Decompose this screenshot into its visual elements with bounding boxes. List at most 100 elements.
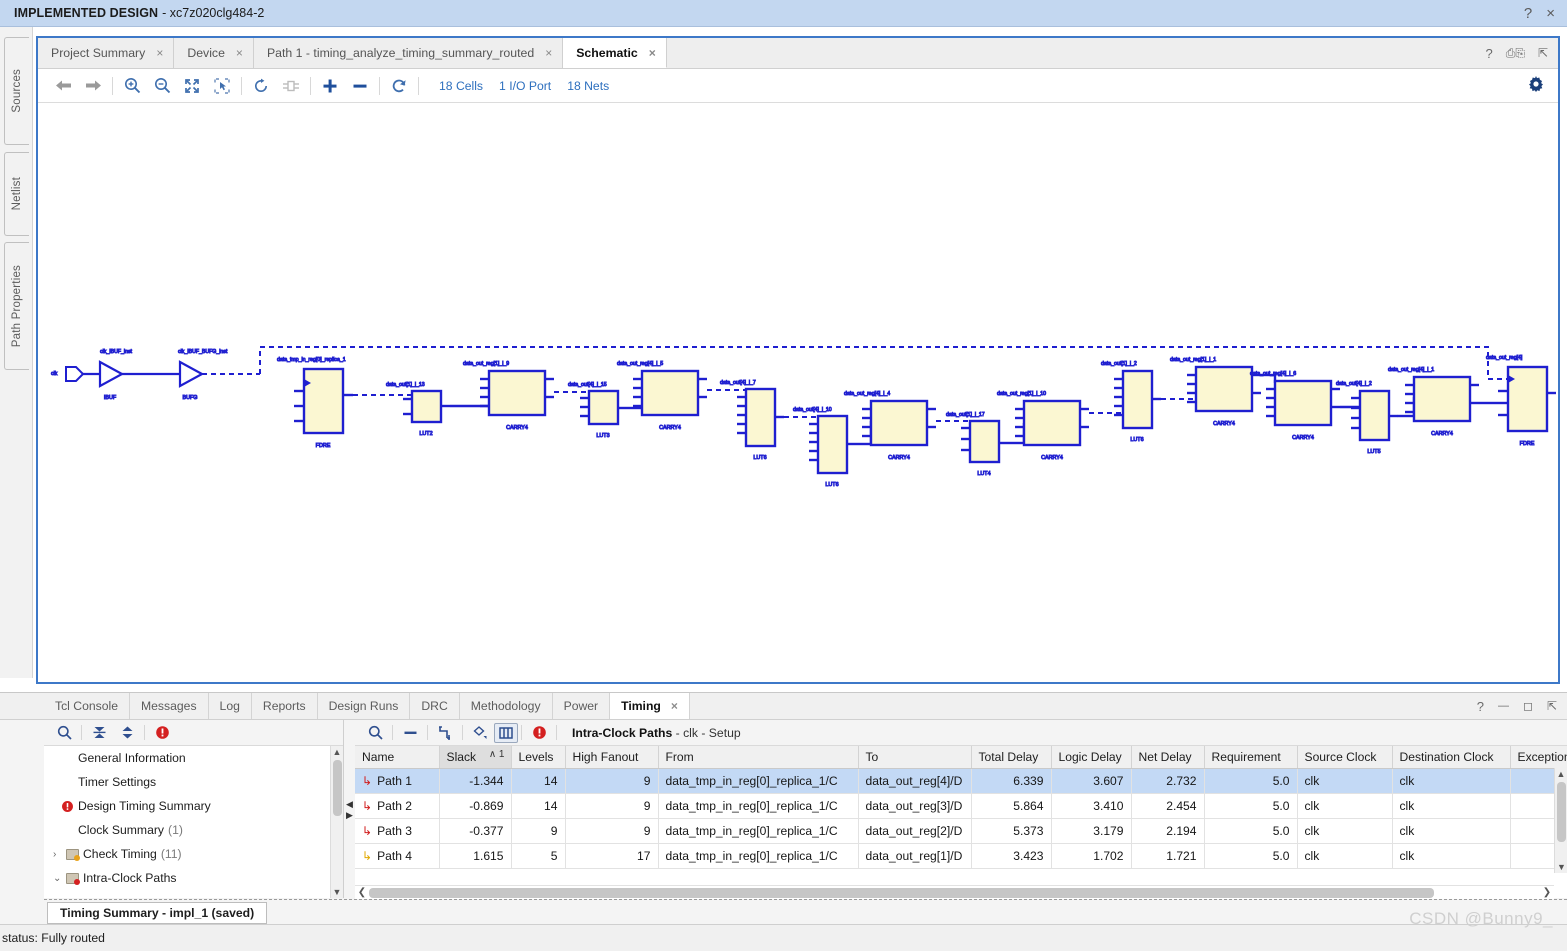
cells-count-label[interactable]: 18 Cells (439, 79, 483, 93)
tab-schematic[interactable]: Schematic × (563, 38, 667, 68)
float-window-icon[interactable]: ⎙⎘ (1506, 46, 1525, 61)
close-icon[interactable]: × (236, 46, 243, 60)
table-row[interactable]: ↳ Path 4 1.615 5 17 data_tmp_in_reg[0]_re… (355, 843, 1567, 869)
close-icon[interactable]: × (545, 46, 552, 60)
io-ports-count-label[interactable]: 1 I/O Port (499, 79, 551, 93)
timing-tree-list[interactable]: General Information Timer Settings Desig… (44, 746, 343, 898)
collapse-icon[interactable] (396, 722, 424, 744)
column-header-exception[interactable]: Exception (1510, 746, 1567, 769)
schematic-path-icon[interactable] (431, 722, 459, 744)
column-header-high-fanout[interactable]: High Fanout (565, 746, 659, 769)
scroll-right-arrow-icon[interactable]: ❯ (1540, 887, 1554, 898)
scrollbar-thumb[interactable] (332, 760, 342, 816)
zoom-out-icon[interactable] (147, 73, 177, 99)
tab-drc[interactable]: DRC (410, 693, 460, 719)
tab-tcl-console[interactable]: Tcl Console (44, 693, 130, 719)
table-vertical-scrollbar[interactable]: ▲ ▼ (1554, 768, 1567, 873)
tree-item-design-timing-summary[interactable]: Design Timing Summary (44, 794, 343, 818)
table-row[interactable]: ↳ Path 1 -1.344 14 9 data_tmp_in_reg[0]_r… (355, 768, 1567, 794)
scrollbar-thumb[interactable] (369, 887, 1434, 898)
splitter-right-arrow-icon[interactable]: ▶ (346, 810, 353, 819)
scrollbar-thumb[interactable] (1557, 782, 1566, 842)
close-icon[interactable]: × (156, 46, 163, 60)
mark-diamond-icon[interactable] (466, 722, 494, 744)
float-window-icon[interactable]: ⇱ (1547, 699, 1557, 713)
help-icon[interactable]: ? (1477, 699, 1484, 714)
scroll-left-arrow-icon[interactable]: ❮ (355, 887, 369, 898)
help-icon[interactable]: ? (1524, 5, 1532, 22)
add-cell-icon[interactable] (315, 73, 345, 99)
collapse-all-icon[interactable] (85, 722, 113, 744)
close-icon[interactable]: × (649, 46, 656, 60)
table-row[interactable]: ↳ Path 2 -0.869 14 9 data_tmp_in_reg[0]_r… (355, 793, 1567, 819)
expand-all-icon[interactable] (113, 722, 141, 744)
tab-messages[interactable]: Messages (130, 693, 209, 719)
minimize-window-icon[interactable]: — (1498, 700, 1509, 712)
error-icon[interactable] (148, 722, 176, 744)
gear-icon[interactable] (1528, 75, 1548, 96)
columns-icon[interactable] (494, 722, 518, 743)
reload-icon[interactable] (384, 73, 414, 99)
column-header-from[interactable]: From (658, 746, 859, 769)
column-header-name[interactable]: Name (355, 746, 440, 769)
tab-project-summary[interactable]: Project Summary × (38, 38, 175, 68)
search-icon[interactable] (361, 722, 389, 744)
tree-item-clock-summary[interactable]: Clock Summary (1) (44, 818, 343, 842)
help-icon[interactable]: ? (1486, 46, 1493, 61)
splitter-left-arrow-icon[interactable]: ◀ (346, 799, 353, 808)
nets-count-label[interactable]: 18 Nets (567, 79, 609, 93)
tab-device[interactable]: Device × (174, 38, 254, 68)
tab-path-1[interactable]: Path 1 - timing_analyze_timing_summary_r… (253, 38, 564, 68)
column-header-source-clock[interactable]: Source Clock (1297, 746, 1393, 769)
column-header-logic-delay[interactable]: Logic Delay (1051, 746, 1132, 769)
column-header-total-delay[interactable]: Total Delay (971, 746, 1052, 769)
zoom-area-icon[interactable] (207, 73, 237, 99)
tab-reports[interactable]: Reports (251, 693, 318, 719)
remove-cell-icon[interactable] (345, 73, 375, 99)
back-arrow-icon[interactable] (48, 73, 78, 99)
search-icon[interactable] (50, 722, 78, 744)
tree-item-timer-settings[interactable]: Timer Settings (44, 770, 343, 794)
column-header-requirement[interactable]: Requirement (1204, 746, 1298, 769)
scroll-up-arrow-icon[interactable]: ▲ (333, 746, 342, 758)
tree-item-general-information[interactable]: General Information (44, 746, 343, 770)
column-header-to[interactable]: To (858, 746, 972, 769)
chevron-down-icon[interactable]: ⌄ (53, 873, 66, 884)
zoom-fit-icon[interactable] (177, 73, 207, 99)
chevron-right-icon[interactable]: › (53, 849, 66, 860)
tree-item-check-timing[interactable]: › Check Timing (11) (44, 842, 343, 866)
table-row[interactable]: ↳ Path 3 -0.377 9 9 data_tmp_in_reg[0]_re… (355, 818, 1567, 844)
scroll-down-arrow-icon[interactable]: ▼ (333, 886, 342, 898)
sidebar-item-netlist[interactable]: Netlist (4, 152, 29, 236)
tab-design-runs[interactable]: Design Runs (317, 693, 411, 719)
report-chip-timing-summary[interactable]: Timing Summary - impl_1 (saved) (47, 901, 268, 924)
column-header-net-delay[interactable]: Net Delay (1131, 746, 1205, 769)
cell-net-delay: 2.732 (1131, 768, 1205, 794)
regenerate-layout-icon[interactable] (246, 73, 276, 99)
error-icon[interactable] (525, 722, 553, 744)
close-icon[interactable]: × (1546, 5, 1555, 22)
tab-timing[interactable]: Timing × (610, 693, 690, 719)
column-header-levels[interactable]: Levels (511, 746, 566, 769)
maximize-window-icon[interactable]: ◻ (1523, 699, 1533, 713)
column-header-slack[interactable]: Slack ∧ 1 (439, 746, 512, 769)
cell-total-delay: 5.373 (971, 818, 1052, 844)
close-icon[interactable]: × (671, 699, 678, 713)
pane-splitter[interactable]: ◀ ▶ (344, 720, 355, 898)
schematic-canvas[interactable]: clk clk_IBUF_inst IBUF clk_IBUF_BUFG_ins… (38, 103, 1558, 682)
table-horizontal-scrollbar[interactable]: ❮ ❯ (355, 885, 1554, 899)
tab-power[interactable]: Power (552, 693, 611, 719)
tree-vertical-scrollbar[interactable]: ▲ ▼ (330, 746, 343, 898)
collapse-cell-icon[interactable] (276, 73, 306, 99)
forward-arrow-icon[interactable] (78, 73, 108, 99)
sidebar-item-sources[interactable]: Sources (4, 37, 29, 145)
column-header-destination-clock[interactable]: Destination Clock (1392, 746, 1511, 769)
tree-item-intra-clock-paths[interactable]: ⌄ Intra-Clock Paths (44, 866, 343, 890)
zoom-in-icon[interactable] (117, 73, 147, 99)
tab-log[interactable]: Log (208, 693, 252, 719)
sidebar-item-path-properties[interactable]: Path Properties (4, 242, 29, 370)
tab-methodology[interactable]: Methodology (459, 693, 553, 719)
maximize-window-icon[interactable]: ⇱ (1538, 46, 1548, 60)
scroll-up-arrow-icon[interactable]: ▲ (1555, 768, 1567, 780)
scroll-down-arrow-icon[interactable]: ▼ (1555, 861, 1567, 873)
